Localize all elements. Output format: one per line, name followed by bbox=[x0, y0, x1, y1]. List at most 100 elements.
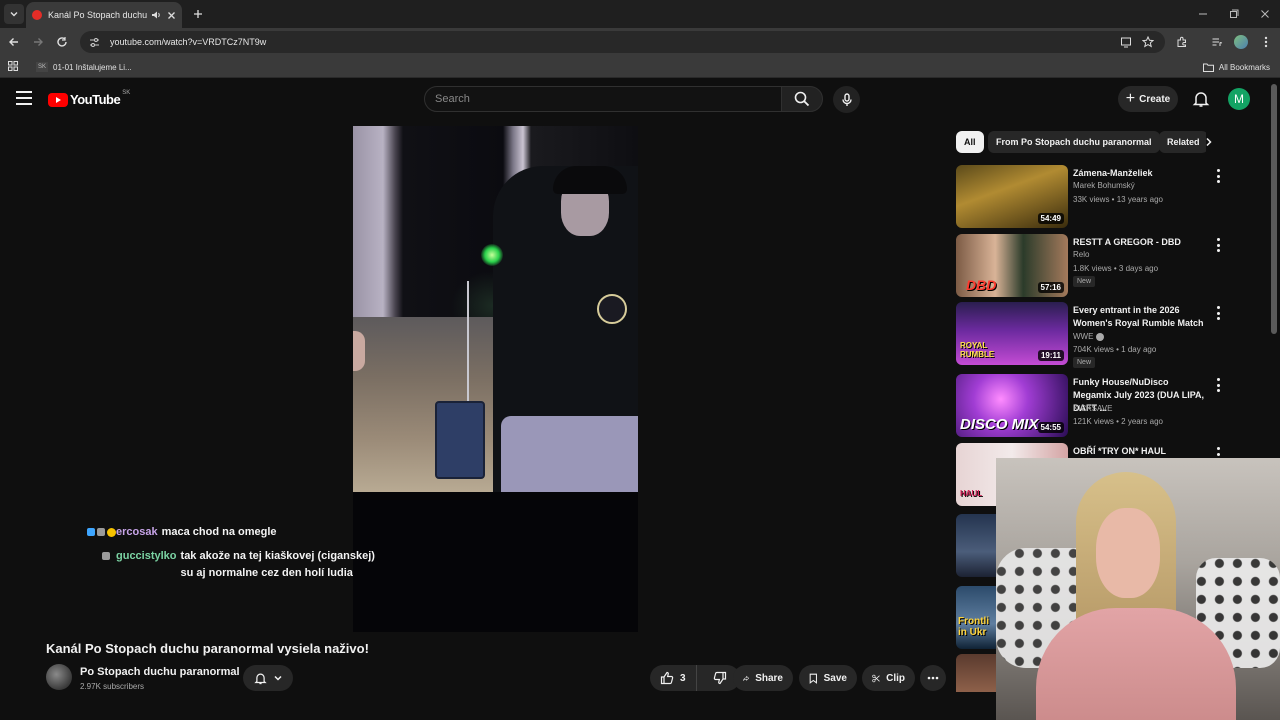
chip-related[interactable]: Related bbox=[1159, 131, 1206, 153]
more-actions-button[interactable] bbox=[920, 665, 946, 691]
apps-grid-icon[interactable] bbox=[8, 61, 18, 71]
recommended-meta: 121K views • 2 years ago bbox=[1073, 417, 1163, 426]
restore-button[interactable] bbox=[1224, 4, 1244, 24]
country-code: SK bbox=[122, 89, 131, 96]
chevron-down-icon bbox=[273, 675, 282, 681]
restore-icon bbox=[1230, 9, 1239, 18]
star-icon bbox=[1142, 36, 1154, 48]
close-window-button[interactable] bbox=[1255, 4, 1275, 24]
video-thumbnail[interactable]: ROYAL RUMBLE 19:11 bbox=[956, 302, 1068, 365]
cast-icon bbox=[1121, 37, 1131, 48]
plus-icon bbox=[194, 10, 202, 18]
video-thumbnail[interactable]: DBD 57:16 bbox=[956, 234, 1068, 297]
dislike-button[interactable] bbox=[703, 665, 737, 691]
search-input[interactable]: Search bbox=[424, 86, 782, 112]
video-menu-button[interactable] bbox=[1214, 169, 1222, 183]
clip-button[interactable]: Clip bbox=[862, 665, 915, 691]
search-icon bbox=[794, 91, 810, 107]
thumbnail-text: DBD bbox=[966, 277, 997, 293]
close-tab-icon[interactable] bbox=[167, 11, 176, 20]
channel-name[interactable]: Po Stopach duchu paranormal bbox=[80, 666, 240, 678]
chat-text: maca chod na omegle bbox=[161, 526, 277, 538]
speaker-icon[interactable] bbox=[151, 10, 161, 20]
extensions-button[interactable] bbox=[1172, 32, 1192, 52]
kebab-menu-icon bbox=[1216, 238, 1220, 241]
thumbnail-text: Frontli in Ukr bbox=[958, 616, 990, 638]
recommended-title[interactable]: Every entrant in the 2026 Women's Royal … bbox=[1073, 304, 1205, 330]
recommended-video[interactable]: DISCO MIX 54:55 Funky House/NuDisco Mega… bbox=[956, 374, 1256, 438]
live-chat-overlay: ercosak maca chod na omegle guccistylko … bbox=[80, 524, 390, 589]
duration-badge: 54:55 bbox=[1037, 422, 1064, 433]
bookmarks-bar: SK 01-01 Inštalujeme Li... All Bookmarks bbox=[0, 56, 1280, 78]
chat-author[interactable]: ercosak bbox=[116, 524, 158, 541]
video-thumbnail[interactable]: DISCO MIX 54:55 bbox=[956, 374, 1068, 437]
youtube-play-icon bbox=[48, 92, 68, 107]
kebab-menu-icon bbox=[1216, 447, 1220, 450]
channel-avatar[interactable] bbox=[46, 664, 72, 690]
chips-next-button[interactable] bbox=[1200, 134, 1216, 150]
all-bookmarks-button[interactable]: All Bookmarks bbox=[1202, 60, 1270, 74]
chat-author[interactable]: guccistylko bbox=[116, 548, 177, 582]
video-menu-button[interactable] bbox=[1214, 238, 1222, 252]
bell-icon bbox=[253, 673, 267, 684]
notifications-bell-icon[interactable] bbox=[1192, 90, 1210, 108]
video-player[interactable] bbox=[353, 126, 638, 632]
browser-tab-active[interactable]: Kanál Po Stopach duchu pa bbox=[26, 2, 182, 28]
recommended-channel[interactable]: Marek Bohumský bbox=[1073, 181, 1135, 190]
recommended-video[interactable]: 54:49 Zámena-Manželiek Marek Bohumský 33… bbox=[956, 165, 1256, 229]
browser-menu-button[interactable] bbox=[1256, 32, 1276, 52]
minimize-icon bbox=[1199, 13, 1207, 15]
recommended-video[interactable]: DBD 57:16 RESTT A GREGOR - DBD Relo 1.8K… bbox=[956, 234, 1256, 298]
browser-profile-avatar[interactable] bbox=[1234, 35, 1248, 49]
kebab-menu-icon bbox=[1216, 169, 1220, 172]
share-button[interactable]: Share bbox=[733, 665, 793, 691]
subscription-notifications-button[interactable] bbox=[243, 665, 293, 691]
forward-button[interactable] bbox=[28, 32, 48, 52]
site-info-icon[interactable] bbox=[88, 36, 100, 48]
chip-all[interactable]: All bbox=[956, 131, 984, 153]
bookmark-item[interactable]: SK 01-01 Inštalujeme Li... bbox=[36, 60, 132, 74]
page-bottom bbox=[0, 692, 996, 720]
tab-search-button[interactable] bbox=[4, 4, 24, 24]
recommended-channel[interactable]: Relo bbox=[1073, 250, 1089, 259]
reload-button[interactable] bbox=[52, 32, 72, 52]
tab-title: Kanál Po Stopach duchu pa bbox=[48, 10, 147, 20]
chip-from-channel[interactable]: From Po Stopach duchu paranormal bbox=[988, 131, 1160, 153]
reading-list-button[interactable] bbox=[1207, 32, 1227, 52]
puzzle-icon bbox=[1177, 36, 1186, 47]
recommended-channel[interactable]: WWE bbox=[1073, 332, 1105, 341]
cast-button[interactable] bbox=[1116, 32, 1136, 52]
save-button[interactable]: Save bbox=[799, 665, 857, 691]
page-scrollbar[interactable] bbox=[1271, 84, 1277, 334]
search-button[interactable] bbox=[781, 86, 823, 112]
recommended-title[interactable]: RESTT A GREGOR - DBD bbox=[1073, 236, 1205, 249]
recommended-title[interactable]: OBŘÍ *TRY ON* HAUL bbox=[1073, 445, 1205, 458]
new-tab-button[interactable] bbox=[188, 4, 208, 24]
close-icon bbox=[1261, 10, 1269, 18]
save-label: Save bbox=[823, 672, 847, 684]
video-title: Kanál Po Stopach duchu paranormal vysiel… bbox=[46, 641, 369, 656]
like-dislike-group: 3 bbox=[650, 665, 740, 691]
address-bar[interactable]: youtube.com/watch?v=VRDTCz7NT9w bbox=[80, 31, 1165, 53]
recommended-title[interactable]: Zámena-Manželiek bbox=[1073, 167, 1205, 180]
video-menu-button[interactable] bbox=[1214, 306, 1222, 320]
hamburger-icon bbox=[16, 91, 32, 93]
video-thumbnail[interactable]: 54:49 bbox=[956, 165, 1068, 228]
minimize-button[interactable] bbox=[1193, 4, 1213, 24]
duration-badge: 54:49 bbox=[1037, 213, 1064, 224]
back-button[interactable] bbox=[4, 32, 24, 52]
youtube-logo[interactable]: YouTube SK bbox=[48, 89, 131, 107]
like-count: 3 bbox=[680, 672, 686, 684]
bookmark-star-button[interactable] bbox=[1138, 32, 1158, 52]
recommended-video[interactable]: ROYAL RUMBLE 19:11 Every entrant in the … bbox=[956, 302, 1256, 368]
recommended-channel[interactable]: KICKSAVE bbox=[1073, 404, 1112, 413]
create-button[interactable]: + Create bbox=[1118, 86, 1178, 112]
like-button[interactable]: 3 bbox=[650, 665, 697, 691]
guide-menu-button[interactable] bbox=[16, 91, 32, 105]
video-menu-button[interactable] bbox=[1214, 378, 1222, 392]
recommended-meta: 704K views • 1 day ago bbox=[1073, 345, 1157, 354]
subscriber-count: 2.97K subscribers bbox=[80, 682, 145, 691]
user-avatar[interactable]: M bbox=[1228, 88, 1250, 110]
voice-search-button[interactable] bbox=[833, 86, 860, 113]
new-badge: New bbox=[1073, 276, 1096, 287]
